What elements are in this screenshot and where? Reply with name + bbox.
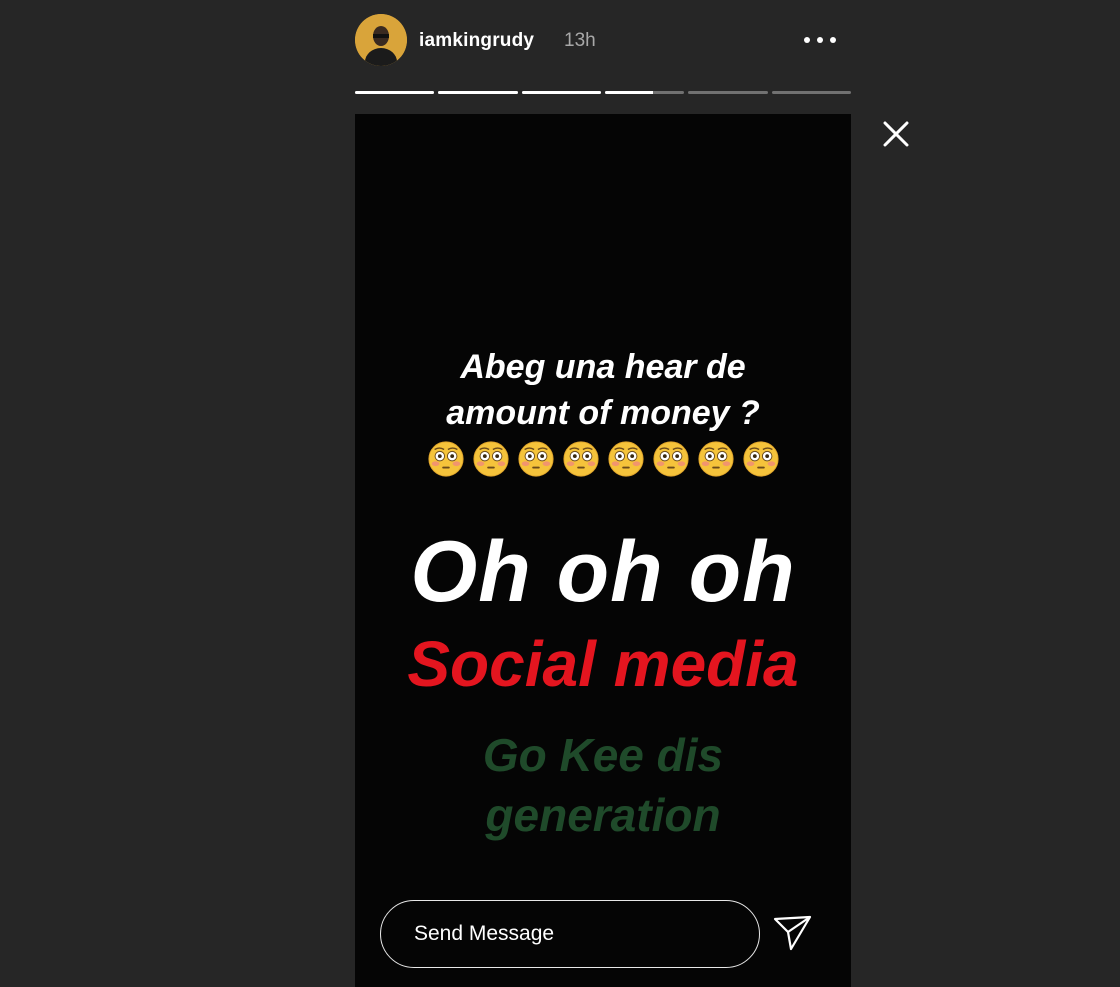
send-message-input[interactable]: Send Message: [380, 900, 760, 968]
story-text-line-2: amount of money ?: [446, 394, 760, 432]
story-header: iamkingrudy 13h: [355, 14, 851, 68]
story-content[interactable]: Abeg una hear de amount of money ? Oh oh…: [355, 114, 851, 987]
flushed-face-emoji-icon: [652, 440, 690, 483]
send-icon[interactable]: [772, 913, 814, 953]
progress-segment: [521, 91, 601, 94]
story-green-text-2: generation: [485, 789, 721, 841]
flushed-face-emoji-icon: [427, 440, 465, 483]
story-red-text: Social media: [407, 628, 799, 700]
flushed-face-emoji-icon: [607, 440, 645, 483]
story-text-line-1: Abeg una hear de: [460, 348, 746, 386]
more-options-icon[interactable]: [795, 26, 845, 54]
username[interactable]: iamkingrudy: [419, 30, 534, 52]
story-big-text: Oh oh oh: [410, 524, 796, 620]
story-green-text-1: Go Kee dis: [482, 729, 724, 781]
progress-segment: [771, 91, 851, 94]
progress-segment: [355, 91, 435, 94]
story-progress: [355, 91, 851, 95]
flushed-face-emoji-icon: [517, 440, 555, 483]
progress-segment-fill: [604, 91, 653, 94]
progress-segment-fill: [521, 91, 601, 94]
flushed-face-emoji-icon: [742, 440, 780, 483]
progress-segment: [604, 91, 685, 94]
flushed-face-emoji-icon: [562, 440, 600, 483]
progress-segment-fill: [355, 91, 435, 94]
close-icon[interactable]: [879, 117, 913, 151]
progress-segment: [438, 91, 518, 94]
progress-segment-fill: [438, 91, 518, 94]
flushed-face-emoji-icon: [697, 440, 735, 483]
flushed-face-emoji-icon: [472, 440, 510, 483]
avatar[interactable]: [355, 14, 407, 66]
timestamp: 13h: [564, 30, 596, 51]
emoji-row: [355, 440, 851, 483]
progress-segment: [688, 91, 768, 94]
